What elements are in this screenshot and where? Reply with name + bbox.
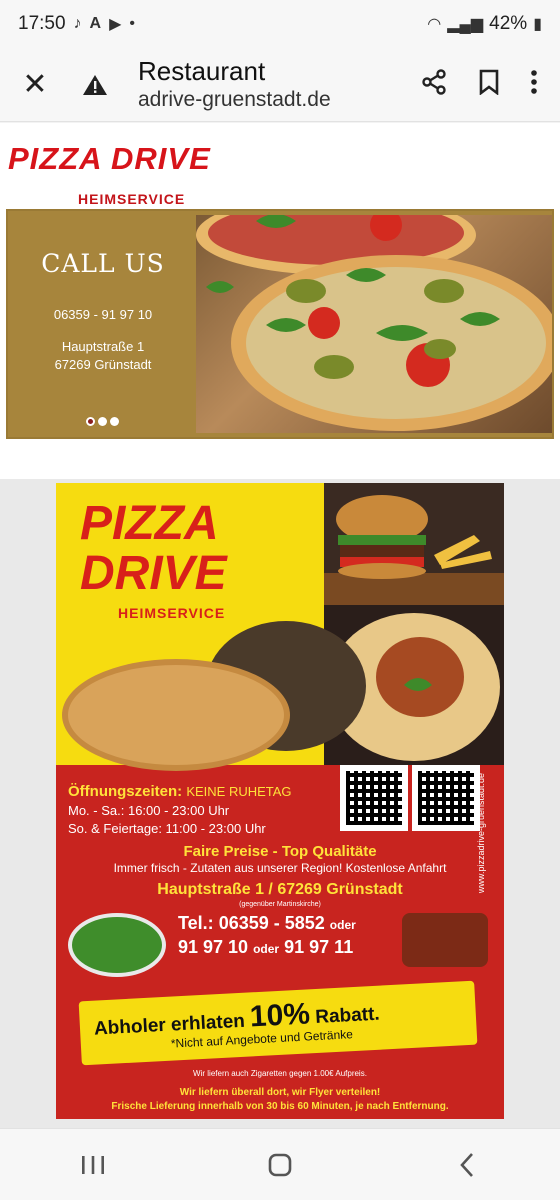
promo-text-post: Rabatt. <box>314 1003 381 1029</box>
hero-banner[interactable]: CALL US 06359 - 91 97 10 Hauptstraße 1 6… <box>6 209 554 439</box>
bookmark-icon[interactable] <box>478 69 500 100</box>
banner-address-street: Hauptstraße 1 <box>61 339 145 354</box>
banner-address-city: 67269 Grünstadt <box>54 357 152 372</box>
flyer-pizza-photo <box>62 659 290 771</box>
wifi-icon: ◠ <box>427 16 442 33</box>
flyer-title: PIZZA DRIVE <box>80 499 227 599</box>
flyer-landmark: (gegenüber Martinskirche) <box>239 901 321 908</box>
page-url: adrive-gruenstadt.de <box>138 87 331 111</box>
cigarettes-note: Wir liefern auch Zigaretten gegen 1.00€ … <box>193 1069 367 1078</box>
delivery-area-note: Wir liefern überall dort, wir Flyer vert… <box>179 1087 381 1098</box>
carousel-dot-2[interactable] <box>98 417 107 426</box>
status-time: 17:50 <box>18 13 66 34</box>
battery-icon: ▮ <box>533 16 542 33</box>
carousel-dot-3[interactable] <box>110 417 119 426</box>
tel-or-2: oder <box>253 942 280 956</box>
home-icon[interactable] <box>250 1145 310 1185</box>
promo-percent: 10% <box>249 997 311 1034</box>
tel-main-number: 06359 - 5852 <box>218 913 325 933</box>
flyer-website: www.pizzadrive-gruenstadt.de <box>476 773 486 894</box>
font-app-icon: A <box>89 15 102 32</box>
tel-or-1: oder <box>329 918 356 932</box>
signal-icon: ▂▄▆ <box>447 16 484 33</box>
banner-contact-info: CALL US 06359 - 91 97 10 Hauptstraße 1 6… <box>8 211 198 437</box>
pizza-photo <box>196 215 552 433</box>
paypal-qr-code <box>340 765 408 831</box>
browser-app-bar: ✕ Restaurant adrive-gruenstadt.de <box>0 48 560 122</box>
website-qr-code <box>412 765 480 831</box>
carousel-dots[interactable] <box>86 417 119 426</box>
share-icon[interactable] <box>420 68 448 101</box>
banner-phone[interactable]: 06359 - 91 97 10 <box>8 307 198 322</box>
delivery-time-note: Frische Lieferung innerhalb von 30 bis 6… <box>111 1101 449 1112</box>
recent-apps-icon[interactable] <box>63 1145 123 1185</box>
fair-prices-text: Faire Preise - Top Qualitäte <box>183 843 377 860</box>
fresh-ingredients-text: Immer frisch - Zutaten aus unserer Regio… <box>113 861 447 875</box>
more-options-icon[interactable] <box>530 69 538 100</box>
soup-photo <box>402 913 488 967</box>
carousel-dot-1[interactable] <box>86 417 95 426</box>
logo-main-text: PIZZA DRIVE <box>8 141 211 176</box>
salad-photo <box>68 913 166 977</box>
web-page-content[interactable]: PIZZA DRIVE HEIMSERVICE CALL US 06359 - … <box>0 123 560 1128</box>
flyer-phone-main: Tel.: 06359 - 5852 oder <box>178 913 356 934</box>
flyer-title-line1: PIZZA <box>80 497 219 550</box>
tel-alt-number-2: 91 97 11 <box>284 937 354 957</box>
battery-level: 42% <box>489 13 528 34</box>
youtube-icon: ▶ <box>109 16 122 33</box>
pickup-discount-banner: Abholer erhlaten 10% Rabatt. *Nicht auf … <box>78 980 478 1066</box>
opening-hours-heading: Öffnungszeiten: KEINE RUHETAG <box>68 783 292 800</box>
tel-alt-number-1: 91 97 10 <box>178 937 249 957</box>
menu-flyer-image[interactable]: PIZZA DRIVE HEIMSERVICE Öffnungszeiten: … <box>56 483 504 1119</box>
warning-icon[interactable] <box>70 73 120 97</box>
flyer-phone-alt: 91 97 10 oder 91 97 11 <box>178 937 353 958</box>
site-logo[interactable]: PIZZA DRIVE HEIMSERVICE <box>8 141 211 207</box>
page-title: Restaurant <box>138 55 266 86</box>
back-icon[interactable] <box>437 1145 497 1185</box>
call-us-heading: CALL US <box>41 249 165 278</box>
hours-weekend: So. & Feiertage: 11:00 - 23:00 Uhr <box>68 821 266 836</box>
tiktok-icon: ♪ <box>73 15 82 32</box>
system-navigation-bar <box>0 1128 560 1200</box>
logo-sub-text: HEIMSERVICE <box>78 191 186 207</box>
hours-weekday: Mo. - Sa.: 16:00 - 23:00 Uhr <box>68 803 230 818</box>
flyer-title-line2: DRIVE <box>80 547 227 600</box>
hours-note: KEINE RUHETAG <box>186 784 292 799</box>
flyer-subtitle: HEIMSERVICE <box>118 605 226 621</box>
status-bar: 17:50 ♪ A ▶ • ◠ ▂▄▆ 42% ▮ <box>0 0 560 48</box>
tel-label: Tel.: <box>178 913 214 933</box>
flyer-address: Hauptstraße 1 / 67269 Grünstadt <box>157 881 403 898</box>
hours-label: Öffnungszeiten: <box>68 783 183 800</box>
close-icon[interactable]: ✕ <box>0 67 70 102</box>
more-notifications-icon: • <box>129 15 136 32</box>
burger-photo <box>324 483 504 605</box>
page-title-block[interactable]: Restaurant adrive-gruenstadt.de <box>120 56 420 114</box>
